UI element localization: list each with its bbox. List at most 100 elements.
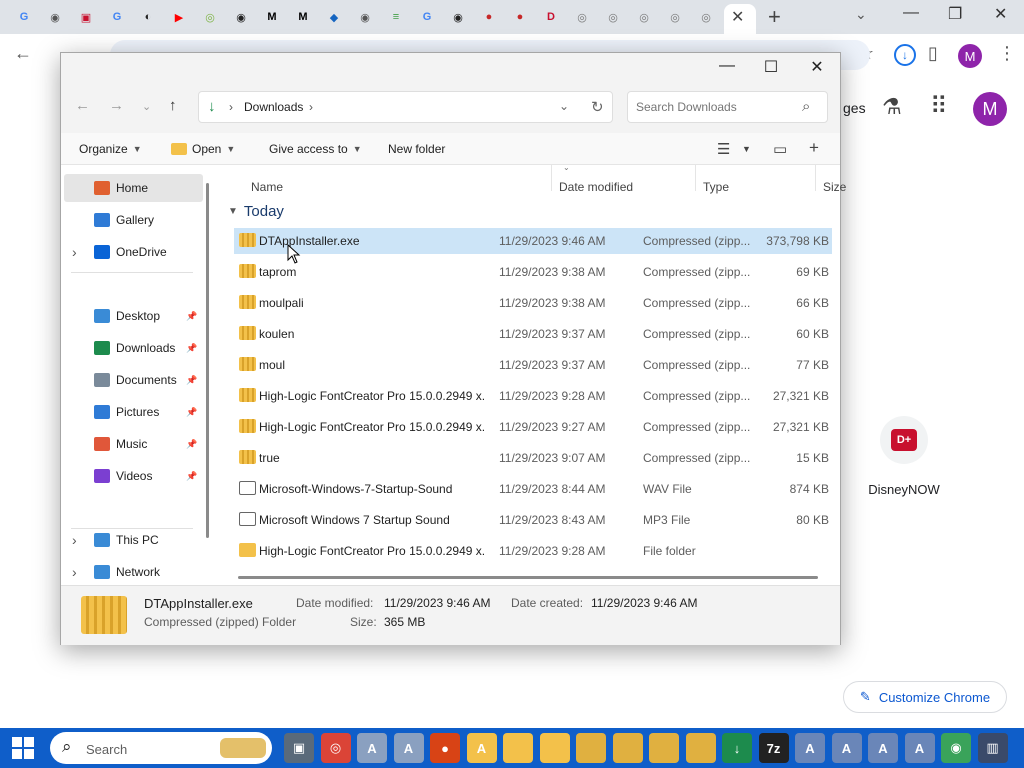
task-view-icon[interactable]: ▣ [284, 733, 314, 763]
view-options-icon[interactable]: ☰ [717, 140, 730, 158]
network-globe-icon[interactable]: ◉ [941, 733, 971, 763]
zip-folder-icon[interactable] [612, 733, 643, 763]
google-icon[interactable]: G [417, 7, 437, 27]
breadcrumb-downloads[interactable]: Downloads [244, 100, 303, 114]
nav-item-videos[interactable]: Videos 📌 [61, 462, 206, 490]
pin-icon[interactable]: 📌 [186, 439, 197, 450]
nav-item-pictures[interactable]: Pictures 📌 [61, 398, 206, 426]
customize-chrome-button[interactable]: ✎ Customize Chrome [843, 681, 1007, 713]
disney-icon[interactable]: D [541, 7, 561, 27]
address-bar[interactable]: ↓ › Downloads › ⌄ ↻ [198, 91, 613, 123]
app-icon[interactable]: ◐ [138, 7, 158, 27]
zip-folder-icon[interactable] [649, 733, 679, 763]
nav-item-desktop[interactable]: Desktop 📌 [61, 302, 206, 330]
new-tab-icon[interactable]: + [768, 4, 781, 30]
column-divider[interactable] [815, 165, 816, 191]
recent-locations-chevron-icon[interactable]: ⌄ [142, 100, 151, 113]
shortcut-disneynow[interactable]: D+ DisneyNOW [868, 416, 940, 497]
medium-icon[interactable]: M [293, 7, 313, 27]
globe-icon[interactable]: ◉ [45, 7, 65, 27]
zip-folder-icon[interactable] [685, 733, 716, 763]
column-header-type[interactable]: Type [703, 180, 729, 194]
font-file-icon[interactable]: A [868, 733, 898, 763]
close-window-icon[interactable]: ✕ [994, 4, 1007, 24]
column-header-name[interactable]: Name [251, 180, 283, 194]
back-icon[interactable]: ← [14, 43, 32, 64]
fontcreator-icon[interactable]: A [393, 733, 424, 763]
zip-folder-icon[interactable] [576, 733, 606, 763]
column-divider[interactable] [551, 165, 552, 191]
app-icon[interactable]: ● [479, 7, 499, 27]
youtube-icon[interactable]: ▶ [169, 7, 189, 27]
nav-item-music[interactable]: Music 📌 [61, 430, 206, 458]
nav-item-downloads[interactable]: Downloads 📌 [61, 334, 206, 362]
chrome-icon[interactable]: ◎ [572, 7, 592, 27]
file-row[interactable]: High-Logic FontCreator Pro 15.0.0.2949 x… [234, 538, 832, 564]
forward-arrow-icon[interactable]: → [109, 97, 124, 114]
app-icon[interactable]: ◎ [200, 7, 220, 27]
folder-icon[interactable] [539, 733, 570, 763]
account-avatar[interactable]: M [973, 92, 1007, 126]
menu-icon[interactable]: ⋮ [998, 43, 1016, 64]
pin-icon[interactable]: 📌 [186, 343, 197, 354]
column-divider[interactable] [695, 165, 696, 191]
chrome-icon[interactable]: ◎ [634, 7, 654, 27]
file-row[interactable]: Microsoft Windows 7 Startup Sound 11/29/2… [234, 507, 832, 533]
tab-search-chevron-icon[interactable]: ⌄ [855, 6, 867, 23]
file-row[interactable]: High-Logic FontCreator Pro 15.0.0.2949 x… [234, 414, 832, 440]
file-row[interactable]: taprom 11/29/2023 9:38 AM Compressed (zipp… [234, 259, 832, 285]
expand-chevron-icon[interactable]: › [72, 244, 77, 260]
open-button[interactable]: Open ▼ [171, 142, 235, 156]
file-explorer-icon[interactable]: A [466, 733, 497, 763]
side-panel-icon[interactable]: ▯ [928, 43, 938, 64]
start-button[interactable] [12, 737, 34, 759]
new-folder-button[interactable]: New folder [388, 142, 445, 156]
images-link[interactable]: ges [843, 100, 866, 116]
nav-item-documents[interactable]: Documents 📌 [61, 366, 206, 394]
file-row[interactable]: High-Logic FontCreator Pro 15.0.0.2949 x… [234, 383, 832, 409]
nav-pane-scrollbar[interactable] [206, 183, 209, 538]
add-icon[interactable]: + [809, 138, 819, 158]
refresh-icon[interactable]: ↻ [591, 98, 604, 116]
breadcrumb-chevron-icon[interactable]: › [229, 100, 233, 114]
column-header-size[interactable]: Size [823, 180, 846, 194]
fontcreator-icon[interactable]: A [357, 733, 387, 763]
7zip-icon[interactable]: 7z [758, 733, 789, 763]
chevron-down-icon[interactable]: ▼ [742, 144, 751, 154]
organize-button[interactable]: Organize ▼ [79, 142, 142, 156]
notebook-icon[interactable]: ▥ [977, 733, 1008, 763]
tab-close-icon[interactable]: ✕ [731, 7, 744, 27]
nav-item-network[interactable]: › Network [61, 558, 206, 586]
app-icon[interactable]: ≡ [386, 7, 406, 27]
app-icon[interactable]: ◉ [448, 7, 468, 27]
google-icon[interactable]: G [14, 7, 34, 27]
file-row[interactable]: koulen 11/29/2023 9:37 AM Compressed (zipp… [234, 321, 832, 347]
font-file-icon[interactable]: A [795, 733, 825, 763]
column-header-date[interactable]: Date modified [559, 180, 633, 194]
expand-chevron-icon[interactable]: › [72, 532, 77, 548]
medium-icon[interactable]: M [262, 7, 282, 27]
search-input[interactable] [636, 98, 796, 116]
pin-icon[interactable]: 📌 [186, 407, 197, 418]
chrome-icon[interactable]: ◎ [696, 7, 716, 27]
app-icon[interactable]: ● [510, 7, 530, 27]
give-access-button[interactable]: Give access to ▼ [269, 142, 362, 156]
horizontal-scrollbar[interactable] [238, 576, 818, 579]
explorer-maximize-icon[interactable]: ☐ [749, 57, 793, 77]
app-icon[interactable]: ◆ [324, 7, 344, 27]
up-arrow-icon[interactable]: ↑ [169, 97, 177, 114]
nav-item-onedrive[interactable]: › OneDrive [61, 238, 206, 266]
google-icon[interactable]: G [107, 7, 127, 27]
file-row[interactable]: DTAppInstaller.exe 11/29/2023 9:46 AM Comp… [234, 228, 832, 254]
app-icon[interactable]: ▣ [76, 7, 96, 27]
labs-flask-icon[interactable]: ⚗ [882, 94, 902, 120]
app-icon[interactable]: ◉ [231, 7, 251, 27]
folder-icon[interactable] [503, 733, 533, 763]
nav-item-home[interactable]: Home [64, 174, 203, 202]
font-file-icon[interactable]: A [904, 733, 935, 763]
download-icon[interactable]: ↓ [722, 733, 752, 763]
file-row[interactable]: Microsoft-Windows-7-Startup-Sound 11/29/2… [234, 476, 832, 502]
profile-avatar[interactable]: M [958, 44, 982, 68]
restore-icon[interactable]: ❐ [948, 4, 962, 24]
preview-pane-icon[interactable]: ▭ [773, 140, 787, 158]
